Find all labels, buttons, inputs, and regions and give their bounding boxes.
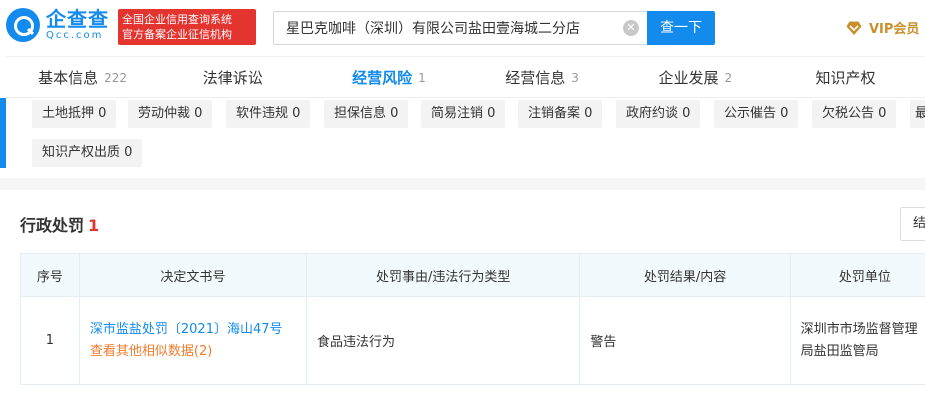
search-icon	[6, 8, 40, 42]
column-header-result: 处罚结果/内容	[579, 253, 791, 297]
cell-document: 深市监盐处罚〔2021〕海山47号 查看其他相似数据(2)	[78, 296, 307, 385]
section-divider	[0, 178, 925, 190]
slogan-badge: 全国企业信用查询系统 官方备案企业征信机构	[118, 9, 256, 45]
tag-software-violation[interactable]: 软件违规 0	[226, 100, 311, 128]
tag-ip-pledge[interactable]: 知识产权出质 0	[32, 139, 143, 167]
tab-basic-info[interactable]: 基本信息 222	[6, 57, 159, 98]
table-row: 1 深市监盐处罚〔2021〕海山47号 查看其他相似数据(2) 食品违法行为 警…	[20, 296, 925, 385]
search-box: ✕	[273, 11, 647, 45]
tab-bar: 基本信息 222 法律诉讼 经营风险 1 经营信息 3 企业发展 2 知识产权	[6, 56, 925, 98]
tag-guarantee-info[interactable]: 担保信息 0	[324, 100, 409, 128]
header: 企查查 Qcc.com 全国企业信用查询系统 官方备案企业征信机构 ✕ 查一下 …	[0, 0, 925, 56]
tab-label: 企业发展	[658, 69, 719, 87]
cell-result: 警告	[579, 296, 791, 385]
cell-index: 1	[20, 296, 80, 385]
tab-count: 1	[418, 70, 426, 85]
vip-label: VIP会员	[869, 22, 920, 37]
tab-count: 222	[104, 70, 128, 85]
tab-development[interactable]: 企业发展 2	[619, 57, 772, 98]
section-action-button[interactable]: 结	[900, 207, 925, 241]
tab-label: 经营风险	[352, 69, 413, 87]
active-section-accent	[0, 98, 6, 168]
logo-title: 企查查	[46, 7, 109, 31]
section-count: 1	[88, 216, 100, 235]
search-button[interactable]: 查一下	[647, 11, 715, 45]
clear-icon[interactable]: ✕	[623, 20, 639, 36]
search-input[interactable]	[274, 12, 647, 44]
similar-data-link[interactable]: 查看其他相似数据(2)	[90, 341, 296, 362]
column-header-unit: 处罚单位	[789, 253, 925, 297]
tab-count: 3	[571, 70, 579, 85]
tab-ip[interactable]: 知识产权	[772, 57, 925, 98]
tab-business-risk[interactable]: 经营风险 1	[312, 57, 465, 98]
table-header-row: 序号 决定文书号 处罚事由/违法行为类型 处罚结果/内容 处罚单位	[20, 253, 925, 297]
tab-label: 基本信息	[38, 69, 99, 87]
section-title: 行政处罚 1	[20, 212, 99, 236]
tag-land-mortgage[interactable]: 土地抵押 0	[32, 100, 117, 128]
document-number-link[interactable]: 深市监盐处罚〔2021〕海山47号	[90, 319, 296, 340]
unit-text: 深圳市市场监督管理局盐田监管局	[800, 321, 918, 359]
tab-litigation[interactable]: 法律诉讼	[159, 57, 312, 98]
column-header-index: 序号	[20, 253, 80, 297]
tab-label: 经营信息	[505, 69, 566, 87]
tab-label: 法律诉讼	[202, 69, 263, 87]
tag-tax-arrears[interactable]: 欠税公告 0	[812, 100, 897, 128]
slogan-line-1: 全国企业信用查询系统	[122, 13, 232, 26]
penalty-table: 序号 决定文书号 处罚事由/违法行为类型 处罚结果/内容 处罚单位 1 深市监盐…	[20, 253, 925, 385]
tab-label: 知识产权	[815, 69, 876, 87]
tab-count: 2	[724, 70, 733, 85]
logo[interactable]: 企查查 Qcc.com	[6, 8, 109, 42]
vip-link[interactable]: VIP会员	[845, 18, 919, 37]
cell-unit: 深圳市市场监督管理局盐田监管局	[789, 296, 925, 385]
tab-business-info[interactable]: 经营信息 3	[466, 57, 619, 98]
vip-heart-icon	[846, 21, 862, 35]
tag-simple-deregistration[interactable]: 简易注销 0	[421, 100, 506, 128]
column-header-document: 决定文书号	[78, 253, 307, 297]
tag-more-clipped[interactable]: 最	[910, 100, 925, 128]
tag-government-interview[interactable]: 政府约谈 0	[616, 100, 701, 128]
tag-public-notice[interactable]: 公示催告 0	[714, 100, 799, 128]
cell-reason: 食品违法行为	[305, 296, 581, 385]
section-title-text: 行政处罚	[20, 216, 85, 235]
slogan-line-2: 官方备案企业征信机构	[122, 28, 232, 41]
column-header-reason: 处罚事由/违法行为类型	[305, 253, 581, 297]
tag-deregistration-filing[interactable]: 注销备案 0	[518, 100, 603, 128]
logo-domain: Qcc.com	[46, 30, 104, 41]
tag-labor-arbitration[interactable]: 劳动仲裁 0	[128, 100, 213, 128]
